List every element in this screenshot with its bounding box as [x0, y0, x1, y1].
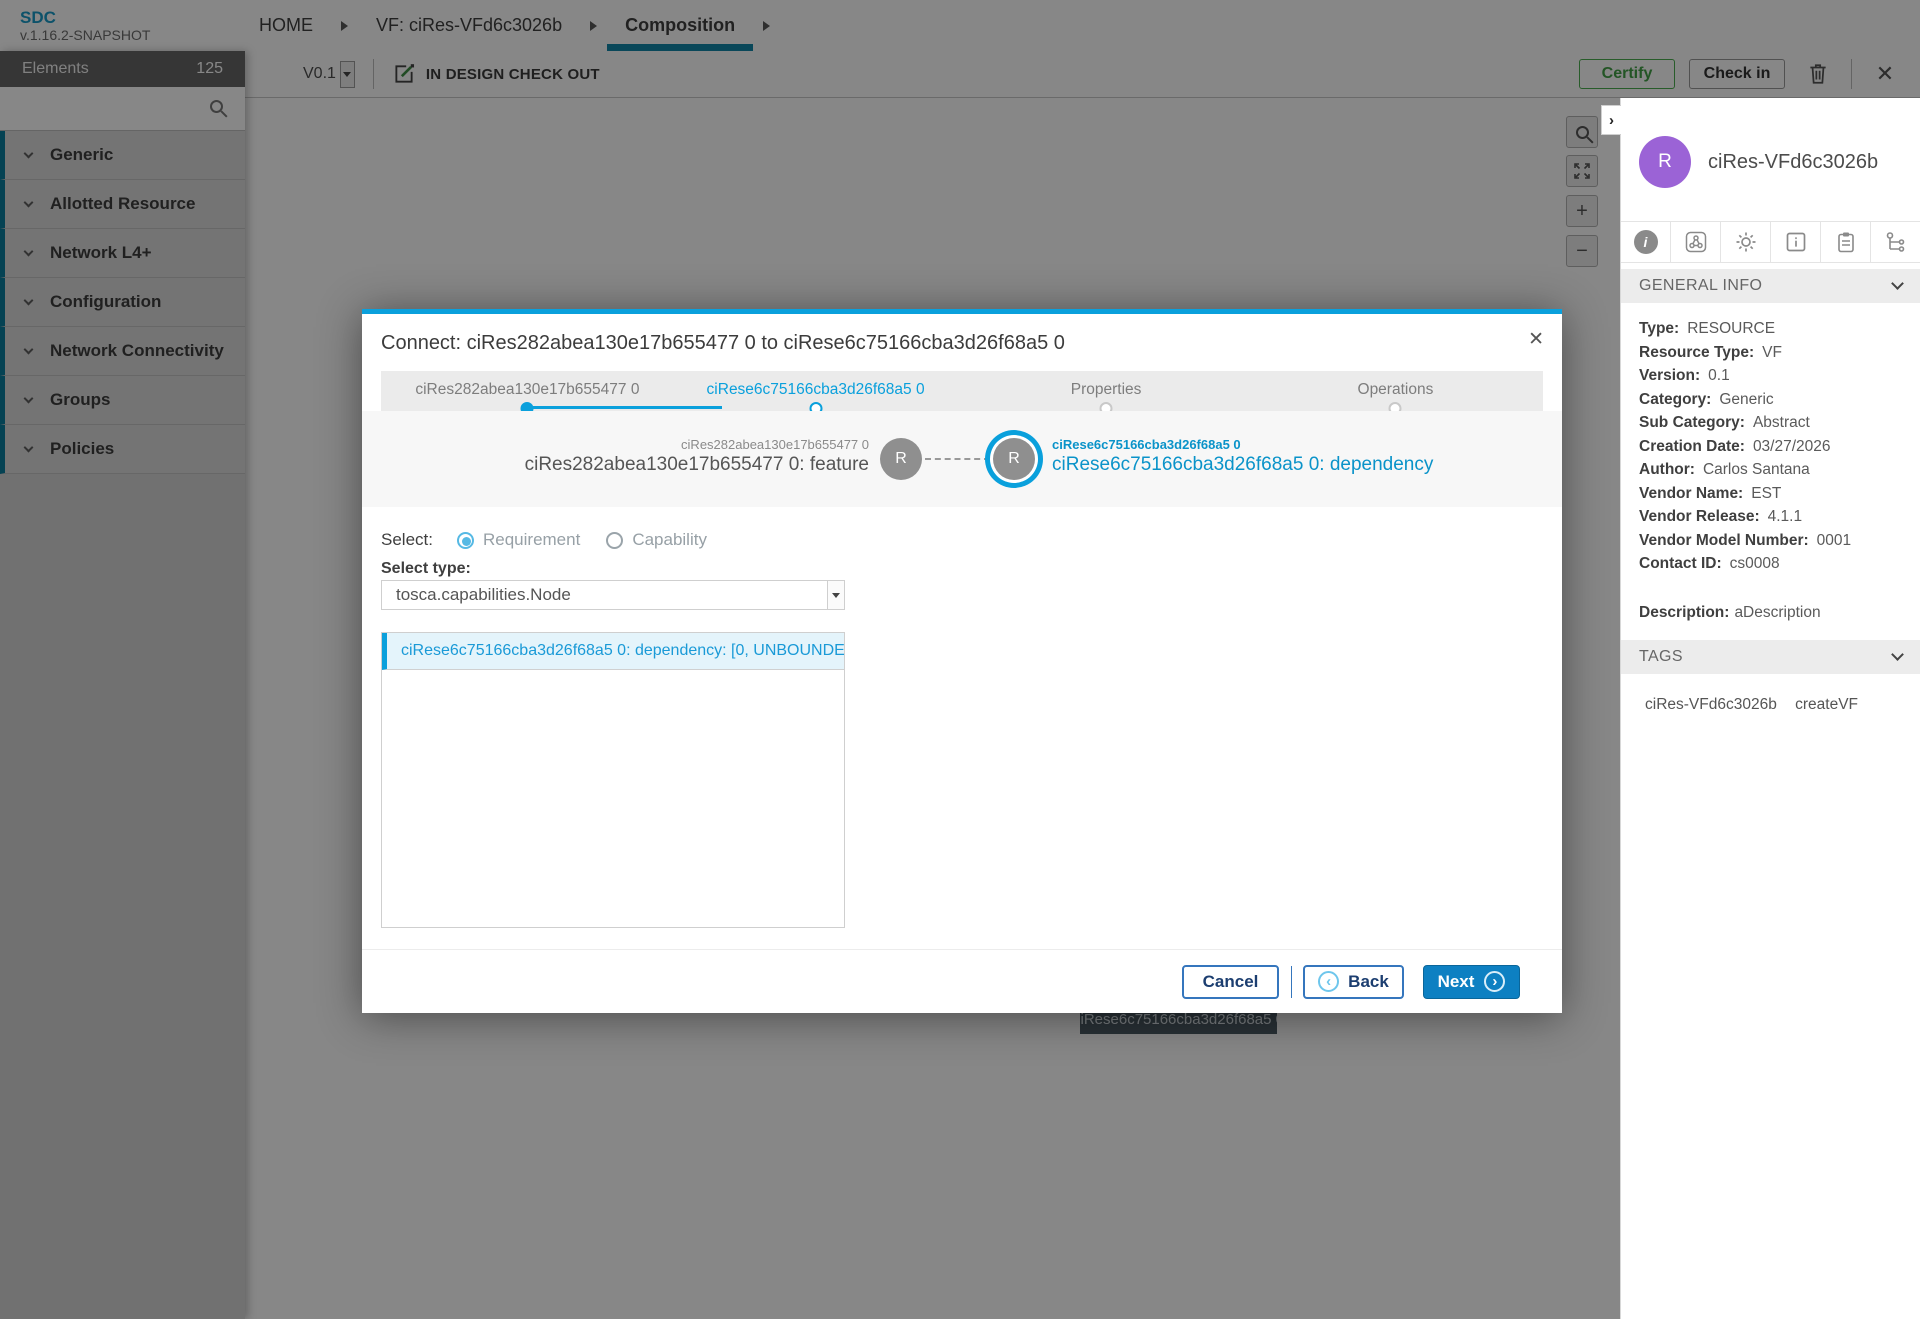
general-info-fields: Type:RESOURCE Resource Type:VF Version:0…: [1621, 303, 1920, 576]
to-node-circle: R: [993, 438, 1035, 480]
tab-information[interactable]: i: [1621, 222, 1670, 262]
connection-dashed-line: [925, 458, 990, 460]
caret-down-icon: [832, 593, 840, 598]
tag: ciRes-VFd6c3026b: [1645, 696, 1777, 713]
field-version: Version:0.1: [1639, 364, 1902, 388]
requirement-radio-label[interactable]: Requirement: [483, 530, 580, 550]
tags-section-header[interactable]: TAGS: [1621, 640, 1920, 674]
tab-deployment-artifacts[interactable]: [1670, 222, 1720, 262]
panel-title: ciRes-VFd6c3026b: [1708, 151, 1878, 174]
info-filled-icon: i: [1634, 230, 1658, 254]
select-arrow[interactable]: [827, 581, 844, 609]
to-node-labels: ciRese6c75166cba3d26f68a5 0 ciRese6c7516…: [1052, 436, 1433, 477]
panel-collapse-button[interactable]: ›: [1601, 105, 1621, 135]
sdc-app: SDC v.1.16.2-SNAPSHOT HOME VF: ciRes-VFd…: [0, 0, 1920, 1319]
wizard-steps: ciRes282abea130e17b655477 0 ciRese6c7516…: [381, 371, 1543, 414]
chevron-right-icon: ›: [1609, 112, 1614, 129]
step-operations[interactable]: Operations: [1358, 381, 1434, 399]
tab-properties[interactable]: [1770, 222, 1820, 262]
avatar: R: [1639, 136, 1691, 188]
chevron-down-icon: [1891, 648, 1904, 661]
field-vendor-release: Vendor Release:4.1.1: [1639, 505, 1902, 529]
field-vendor-model-number: Vendor Model Number:0001: [1639, 529, 1902, 553]
chevron-down-icon: [1891, 277, 1904, 290]
step-progress-line: [527, 406, 722, 409]
connect-wizard-modal: Connect: ciRes282abea130e17b655477 0 to …: [362, 309, 1562, 1013]
select-row: Select: Requirement Capability: [381, 530, 733, 550]
molecule-icon: [1684, 230, 1708, 254]
requirement-list: ciRese6c75166cba3d26f68a5 0: dependency:…: [381, 632, 845, 928]
select-type-label: Select type:: [381, 560, 471, 578]
capability-radio-label[interactable]: Capability: [632, 530, 707, 550]
resource-detail-panel: › R ciRes-VFd6c3026b i: [1620, 98, 1920, 1319]
field-category: Category:Generic: [1639, 388, 1902, 412]
step-to-node[interactable]: ciRese6c75166cba3d26f68a5 0: [707, 381, 925, 399]
step-properties[interactable]: Properties: [1071, 381, 1142, 399]
type-select-value: tosca.capabilities.Node: [396, 585, 571, 605]
general-info-title: GENERAL INFO: [1639, 277, 1762, 295]
tab-requirements-capabilities[interactable]: [1870, 222, 1920, 262]
type-select[interactable]: tosca.capabilities.Node: [381, 580, 845, 610]
field-contact-id: Contact ID:cs0008: [1639, 552, 1902, 576]
info-box-icon: [1784, 230, 1808, 254]
select-label: Select:: [381, 530, 433, 550]
divider: [1291, 966, 1292, 998]
cancel-button[interactable]: Cancel: [1182, 965, 1279, 999]
clipboard-icon: [1834, 230, 1858, 254]
requirement-radio[interactable]: [457, 532, 474, 549]
field-creation-date: Creation Date:03/27/2026: [1639, 435, 1902, 459]
field-vendor-name: Vendor Name:EST: [1639, 482, 1902, 506]
tag: createVF: [1795, 696, 1858, 713]
network-graph-icon: [1884, 230, 1908, 254]
next-button[interactable]: Next ›: [1423, 965, 1520, 999]
close-icon: ✕: [1528, 329, 1544, 350]
tags-title: TAGS: [1639, 648, 1683, 666]
modal-close-button[interactable]: ✕: [1528, 328, 1544, 351]
panel-header: R ciRes-VFd6c3026b: [1621, 98, 1920, 188]
description-field: Description:aDescription: [1621, 576, 1920, 622]
panel-tabs: i: [1621, 221, 1920, 263]
capability-radio[interactable]: [606, 532, 623, 549]
requirement-list-item-selected[interactable]: ciRese6c75166cba3d26f68a5 0: dependency:…: [382, 633, 844, 670]
field-author: Author:Carlos Santana: [1639, 458, 1902, 482]
modal-title: Connect: ciRes282abea130e17b655477 0 to …: [381, 332, 1065, 355]
from-node-labels: ciRes282abea130e17b655477 0 ciRes282abea…: [525, 436, 869, 477]
tab-activity-log[interactable]: [1820, 222, 1870, 262]
modal-footer: Cancel ‹ Back Next ›: [362, 949, 1562, 1013]
tags-list: ciRes-VFd6c3026b createVF: [1621, 674, 1920, 714]
field-resource-type: Resource Type:VF: [1639, 341, 1902, 365]
step-from-node[interactable]: ciRes282abea130e17b655477 0: [415, 381, 639, 399]
field-sub-category: Sub Category:Abstract: [1639, 411, 1902, 435]
chevron-right-circle-icon: ›: [1484, 971, 1505, 992]
back-button[interactable]: ‹ Back: [1303, 965, 1404, 999]
from-node-circle: R: [880, 438, 922, 480]
field-type: Type:RESOURCE: [1639, 317, 1902, 341]
connection-diagram: ciRes282abea130e17b655477 0 ciRes282abea…: [362, 411, 1562, 507]
chevron-left-circle-icon: ‹: [1318, 971, 1339, 992]
tab-settings[interactable]: [1720, 222, 1770, 262]
general-info-section-header[interactable]: GENERAL INFO: [1621, 269, 1920, 303]
gear-icon: [1734, 230, 1758, 254]
